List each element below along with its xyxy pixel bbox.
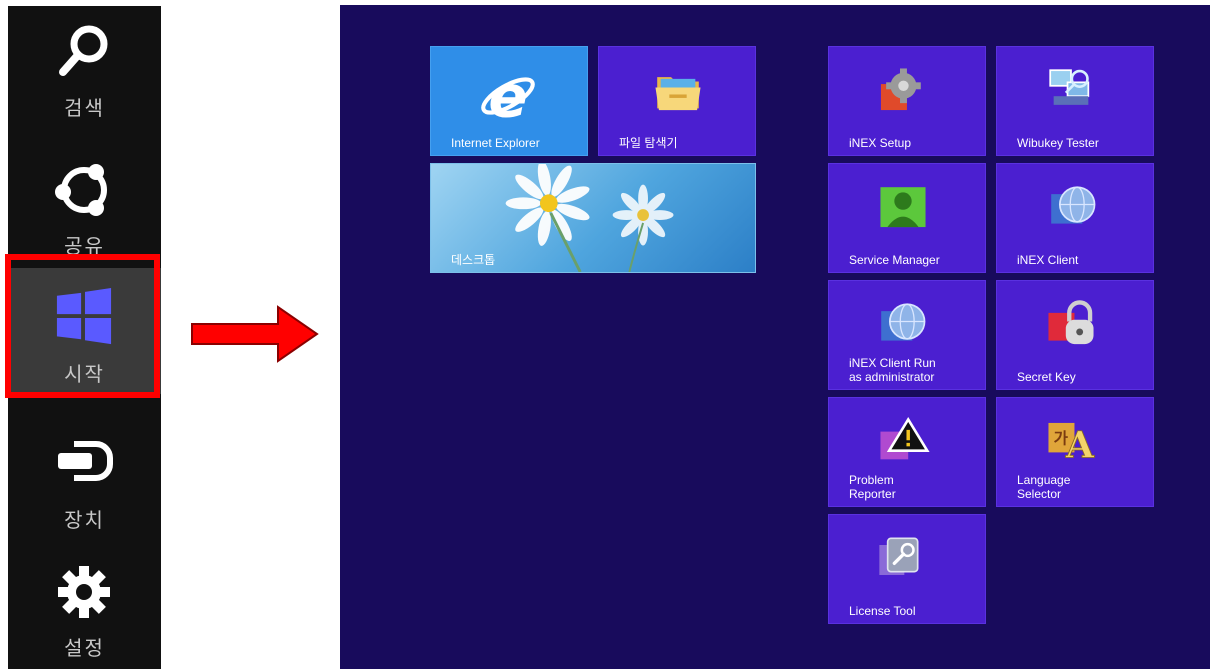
gear-icon (880, 68, 921, 111)
tile-desktop[interactable]: 데스크톱 (430, 163, 756, 273)
charm-settings[interactable]: 설정 (8, 552, 161, 664)
folder-icon (655, 77, 701, 111)
tile-file-explorer[interactable]: 파일 탐색기 (598, 46, 756, 156)
tile-label: iNEX Client Run as administrator (849, 356, 936, 384)
tile-inex-setup[interactable]: iNEX Setup (828, 46, 986, 156)
search-icon (59, 25, 108, 76)
globe-icon (881, 303, 926, 341)
tile-label: License Tool (849, 604, 916, 618)
svg-text:A: A (1065, 424, 1095, 467)
tile-license-tool[interactable]: License Tool (828, 514, 986, 624)
network-tester-icon (1049, 69, 1090, 105)
user-icon (880, 187, 926, 228)
tile-label: Wibukey Tester (1017, 136, 1099, 150)
start-highlight-box (5, 254, 160, 398)
tile-internet-explorer[interactable]: e Internet Explorer (430, 46, 588, 156)
charm-label: 장치 (64, 508, 105, 532)
devices-icon (58, 441, 113, 481)
internet-explorer-icon: e (481, 65, 535, 127)
tile-label: iNEX Client (1017, 253, 1079, 267)
tile-inex-client[interactable]: iNEX Client (996, 163, 1154, 273)
right-arrow-icon (191, 305, 319, 363)
charm-search[interactable]: 검색 (8, 12, 161, 124)
tile-label: Secret Key (1017, 370, 1076, 384)
tile-service-manager[interactable]: Service Manager (828, 163, 986, 273)
tile-label: Language Selector (1017, 473, 1071, 501)
charm-devices[interactable]: 장치 (8, 424, 161, 536)
settings-gear-icon (58, 566, 110, 618)
tile-label: Service Manager (849, 253, 940, 267)
charm-share[interactable]: 공유 (8, 150, 161, 262)
tile-problem-reporter[interactable]: Problem Reporter (828, 397, 986, 507)
share-icon (55, 164, 107, 216)
start-screen: e Internet Explorer 파일 탐색기 데스크톱 iNEX Set… (340, 5, 1210, 669)
tile-language-selector[interactable]: 가 A Language Selector (996, 397, 1154, 507)
tile-label: iNEX Setup (849, 136, 912, 150)
tile-label: Internet Explorer (451, 136, 540, 150)
charm-label: 설정 (64, 636, 105, 660)
svg-text:e: e (488, 65, 527, 127)
tile-wibukey-tester[interactable]: Wibukey Tester (996, 46, 1154, 156)
warning-icon (880, 416, 930, 460)
globe-icon (1051, 186, 1096, 224)
tile-label: 데스크톱 (451, 253, 496, 267)
tile-inex-client-run-as-admin[interactable]: iNEX Client Run as administrator (828, 280, 986, 390)
tile-label: Problem Reporter (849, 473, 896, 501)
wrench-icon (879, 537, 919, 575)
padlock-icon (1048, 300, 1094, 345)
tile-label: 파일 탐색기 (619, 136, 678, 150)
language-icon: 가 A (1048, 422, 1095, 467)
charm-label: 검색 (64, 96, 105, 120)
tile-secret-key[interactable]: Secret Key (996, 280, 1154, 390)
